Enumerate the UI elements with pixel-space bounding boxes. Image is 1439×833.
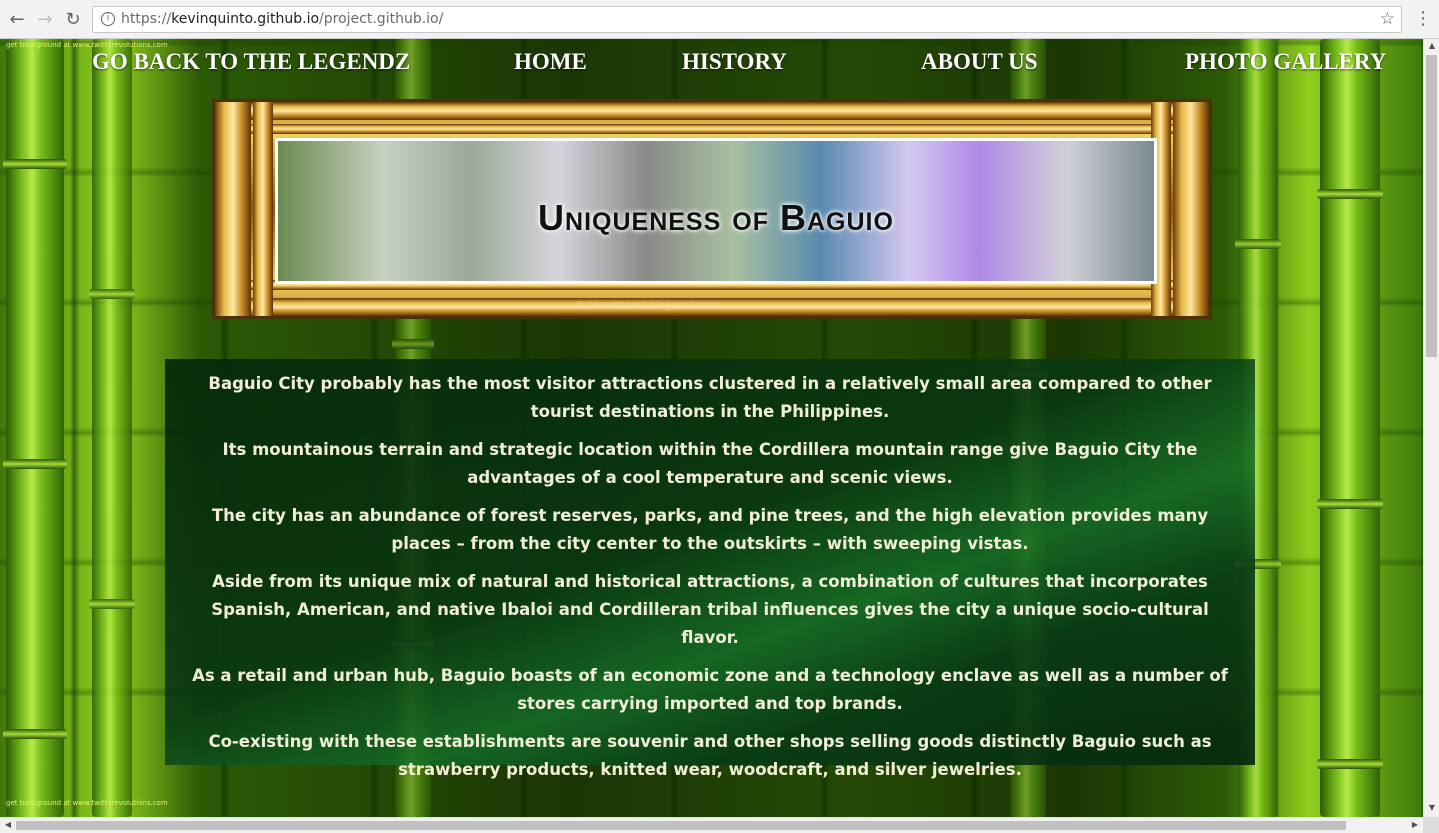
scroll-right-arrow-icon[interactable]: ▶ [1407, 820, 1423, 829]
banner-frame-top-inner [215, 124, 1209, 134]
url-host: kevinquinto.github.io [171, 11, 320, 27]
banner-title: Uniqueness of Baguio [538, 197, 894, 238]
paragraph: The city has an abundance of forest rese… [211, 506, 1209, 553]
back-arrow-icon[interactable]: ← [6, 8, 28, 30]
horizontal-scroll-thumb[interactable] [16, 821, 1346, 830]
header-banner: Uniqueness of Baguio © blendztodol.blogs… [212, 99, 1212, 319]
nav-link-photo-gallery[interactable]: PHOTO GALLERY [1185, 49, 1386, 75]
banner-watermark: © blendztodol.blogspot.com [575, 300, 718, 311]
paragraph: Its mountainous terrain and strategic lo… [222, 440, 1198, 487]
forward-arrow-icon[interactable]: → [34, 8, 56, 30]
banner-frame-left [215, 102, 251, 316]
site-info-icon[interactable]: i [101, 12, 115, 26]
bamboo-stalk [1317, 39, 1383, 817]
nav-link-home[interactable]: HOME [514, 49, 587, 75]
scroll-up-arrow-icon[interactable]: ▲ [1424, 41, 1439, 50]
banner-frame-right [1173, 102, 1209, 316]
bamboo-stalk [89, 39, 135, 817]
banner-frame-left-inner [253, 102, 273, 316]
bamboo-stalk [3, 39, 67, 817]
url-text[interactable]: https://kevinquinto.github.io/project.gi… [121, 11, 443, 27]
scrollbar-corner [1423, 817, 1439, 833]
url-path: /project.github.io/ [319, 11, 444, 27]
page-viewport: get background at www.twitterevolutions.… [0, 39, 1423, 817]
banner-collage-image: Uniqueness of Baguio [275, 138, 1157, 284]
scroll-down-arrow-icon[interactable]: ▼ [1424, 803, 1439, 812]
nav-link-back-to-legendz[interactable]: GO BACK TO THE LEGENDZ [92, 49, 410, 75]
vertical-scroll-thumb[interactable] [1426, 55, 1437, 357]
reload-icon[interactable]: ↻ [62, 8, 84, 30]
intro-text-panel: Baguio City probably has the most visito… [165, 359, 1255, 779]
banner-frame-top [215, 102, 1209, 120]
paragraph: As a retail and urban hub, Baguio boasts… [192, 666, 1228, 713]
vertical-scrollbar[interactable]: ▲ ▼ [1423, 39, 1439, 817]
browser-menu-icon[interactable]: ⋮ [1414, 9, 1432, 29]
bookmark-star-icon[interactable]: ☆ [1380, 9, 1395, 29]
url-scheme: https:// [121, 11, 172, 27]
scroll-left-arrow-icon[interactable]: ◀ [0, 820, 16, 829]
nav-link-history[interactable]: HISTORY [682, 49, 787, 75]
browser-toolbar: ← → ↻ i https://kevinquinto.github.io/pr… [0, 0, 1439, 39]
background-credit-top: get background at www.twitterevolutions.… [6, 41, 168, 49]
paragraph: Aside from its unique mix of natural and… [211, 572, 1209, 647]
paragraph: Co-existing with these establishments ar… [208, 732, 1212, 779]
address-bar[interactable]: i https://kevinquinto.github.io/project.… [92, 6, 1402, 33]
horizontal-scrollbar[interactable]: ◀ ▶ [0, 817, 1423, 833]
nav-link-about-us[interactable]: ABOUT US [921, 49, 1038, 75]
paragraph: Baguio City probably has the most visito… [208, 374, 1212, 421]
background-credit-bottom: get background at www.twitterevolutions.… [6, 799, 168, 807]
